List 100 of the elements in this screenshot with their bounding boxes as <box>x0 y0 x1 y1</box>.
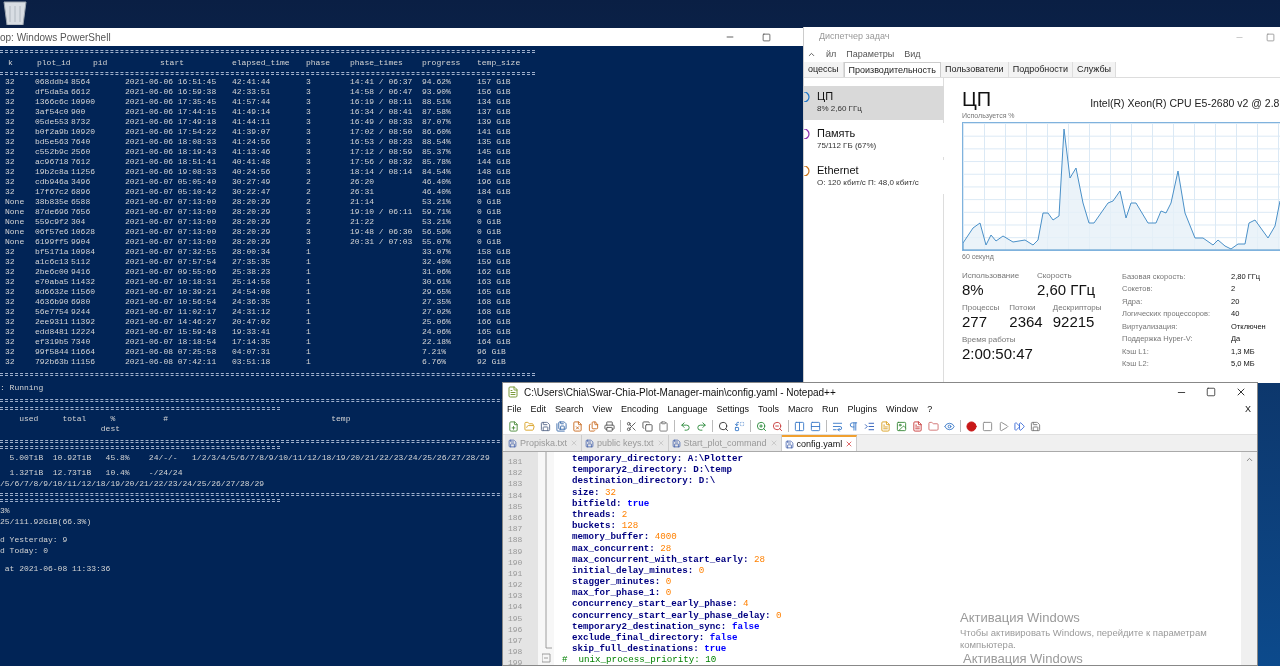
close-icon[interactable] <box>1235 386 1247 398</box>
line-number: 184 <box>508 490 523 500</box>
redo-icon[interactable] <box>695 419 708 433</box>
menu-item[interactable]: Encoding <box>620 405 659 414</box>
recycle-bin-icon[interactable] <box>0 0 30 25</box>
tab-label: public keys.txt <box>597 438 654 448</box>
table-cell: 25:14:58 <box>232 277 271 288</box>
tab[interactable]: оцессы <box>804 62 844 77</box>
resource-item[interactable]: Память 75/112 ГБ (67%) <box>804 123 944 157</box>
stop-icon[interactable] <box>981 419 994 433</box>
table-cell: 7656 <box>71 207 91 218</box>
menu-item[interactable]: View <box>592 405 612 414</box>
menu-item[interactable]: Plugins <box>847 405 878 414</box>
column-header: temp_size <box>477 58 521 67</box>
table-cell: 134 GiB <box>477 97 511 108</box>
table-cell: 4636b90 <box>35 297 69 308</box>
close-all-icon[interactable] <box>587 419 600 433</box>
image-icon[interactable] <box>895 419 908 433</box>
fast-forward-icon[interactable] <box>1013 419 1026 433</box>
table-cell: 32 <box>5 327 15 338</box>
maximize-icon[interactable] <box>761 32 771 42</box>
stat-label: Скорость <box>1037 270 1073 281</box>
close-tab-icon[interactable] <box>845 440 854 448</box>
line-number: 187 <box>508 524 523 534</box>
code-line: initial_delay_minutes: 0 <box>572 564 705 576</box>
stat-value: 2,60 ГГц <box>1037 281 1096 299</box>
line-number: 183 <box>508 479 523 489</box>
code-line: max_for_phase_1: 0 <box>572 587 672 599</box>
split-horizontal-icon[interactable] <box>809 419 822 433</box>
save-all-icon[interactable] <box>555 419 568 433</box>
collapse-icon[interactable] <box>807 50 816 59</box>
new-file-icon[interactable] <box>507 419 520 433</box>
table-cell: 03:51:18 <box>232 357 271 368</box>
record-icon[interactable] <box>965 419 978 433</box>
save-icon[interactable] <box>539 419 552 433</box>
tab[interactable]: Пользователи <box>940 62 1009 77</box>
undo-icon[interactable] <box>679 419 692 433</box>
menu-item[interactable]: File <box>507 405 522 414</box>
menu-item[interactable]: йл <box>826 50 837 59</box>
console-line: used total % # temp <box>18 413 351 425</box>
table-cell: 2021-06-07 07:13:00 <box>125 227 217 238</box>
folder-icon[interactable] <box>927 419 940 433</box>
tab[interactable]: Производительность <box>843 62 941 77</box>
console-line: 3% <box>0 506 10 517</box>
menu-item[interactable]: Run <box>822 405 839 414</box>
table-cell: 14:41 / 06:37 <box>350 77 413 88</box>
table-cell: 2021-06-06 19:08:33 <box>125 167 217 178</box>
search-icon[interactable] <box>717 419 730 433</box>
code-line: size: 32 <box>572 486 617 498</box>
menu-item[interactable]: Language <box>667 405 708 414</box>
zoom-in-icon[interactable] <box>755 419 768 433</box>
tab[interactable]: Подробности <box>1008 62 1073 77</box>
pilcrow-icon[interactable] <box>847 419 860 433</box>
open-folder-icon[interactable] <box>523 419 536 433</box>
play-icon[interactable] <box>997 419 1010 433</box>
zoom-out-icon[interactable] <box>771 419 784 433</box>
menu-item[interactable]: Вид <box>904 50 921 59</box>
table-cell: 94.62% <box>422 77 451 88</box>
table-cell: 41:13:46 <box>232 147 271 158</box>
save-icon[interactable] <box>1029 419 1042 433</box>
table-cell: 2021-06-07 07:32:55 <box>125 247 217 258</box>
menu-item[interactable]: ? <box>927 405 933 414</box>
scroll-up-icon[interactable] <box>1244 455 1254 464</box>
resource-item[interactable]: Ethernet О: 120 кбит/с П: 48,0 кбит/с <box>804 160 944 194</box>
copy-icon[interactable] <box>641 419 654 433</box>
table-cell: 40:24:56 <box>232 167 271 178</box>
resource-item[interactable]: ЦП 8% 2,60 ГГц <box>804 86 944 120</box>
menu-item[interactable]: Параметры <box>846 50 895 59</box>
table-cell: 32 <box>5 287 15 298</box>
cut-icon[interactable] <box>625 419 638 433</box>
menu-item[interactable]: Macro <box>788 405 814 414</box>
paste-icon[interactable] <box>657 419 670 433</box>
table-cell: 99f5844 <box>35 347 69 358</box>
menu-item[interactable]: Settings <box>716 405 750 414</box>
stat-label: Процессы <box>962 302 1000 313</box>
table-cell: 10900 <box>71 97 95 108</box>
table-cell: 2021-06-08 07:42:11 <box>125 357 217 368</box>
tab[interactable]: Службы <box>1073 62 1117 77</box>
table-cell: 792b63b <box>35 357 69 368</box>
maximize-icon[interactable] <box>1206 387 1216 397</box>
print-icon[interactable] <box>603 419 616 433</box>
table-cell: 19b2c8a <box>35 167 69 178</box>
maximize-icon[interactable] <box>1265 32 1275 42</box>
editor-tab[interactable]: config.yaml <box>781 435 858 451</box>
table-cell: 157 GiB <box>477 77 511 88</box>
split-vertical-icon[interactable] <box>793 419 806 433</box>
table-cell: 3 <box>306 207 311 218</box>
close-file-icon[interactable] <box>571 419 584 433</box>
table-cell: 40:41:48 <box>232 157 271 168</box>
table-cell: 19:48 / 06:30 <box>350 227 413 238</box>
table-cell: 6199ff5 <box>35 237 69 248</box>
menu-item[interactable]: Search <box>555 405 584 414</box>
close-document-button[interactable]: X <box>1245 405 1251 414</box>
table-cell: 28:20:29 <box>232 237 271 248</box>
table-cell: 2021-06-06 18:51:41 <box>125 157 217 168</box>
table-cell: 92 GiB <box>477 357 506 368</box>
menu-item[interactable]: Tools <box>758 405 780 414</box>
menu-item[interactable]: Edit <box>530 405 547 414</box>
menu-item[interactable]: Window <box>886 405 919 414</box>
code-line: bitfield: true <box>572 497 650 509</box>
